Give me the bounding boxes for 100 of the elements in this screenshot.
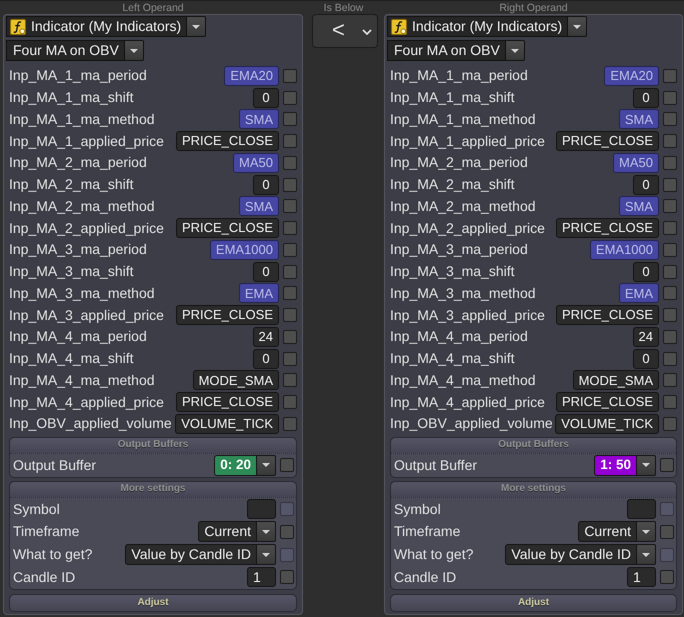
checkbox[interactable] [283, 134, 297, 148]
param-value-field[interactable]: 0 [633, 348, 659, 369]
checkbox[interactable] [283, 352, 297, 366]
input-field[interactable]: 1 [627, 567, 656, 588]
select-field[interactable]: Value by Candle ID [125, 544, 256, 566]
param-value-field[interactable]: EMA20 [604, 66, 659, 86]
dropdown-button[interactable] [256, 521, 276, 542]
param-value-field[interactable]: 0 [253, 262, 279, 282]
checkbox[interactable] [283, 68, 297, 83]
checkbox[interactable] [660, 524, 674, 539]
param-value-field[interactable]: VOLUME_TICK [175, 414, 279, 434]
checkbox[interactable] [663, 178, 677, 192]
checkbox[interactable] [283, 308, 297, 322]
checkbox[interactable] [283, 199, 297, 214]
checkbox[interactable] [283, 286, 297, 300]
checkbox[interactable] [663, 112, 677, 126]
source-select[interactable]: Indicator (My Indicators) [387, 16, 568, 37]
param-value-field[interactable]: 24 [632, 326, 659, 347]
param-value-field[interactable]: PRICE_CLOSE [176, 305, 279, 326]
section-header[interactable]: Adjust [391, 594, 676, 611]
checkbox[interactable] [660, 570, 674, 584]
checkbox[interactable] [663, 134, 677, 148]
checkbox[interactable] [663, 156, 677, 170]
checkbox[interactable] [663, 286, 677, 300]
checkbox[interactable] [663, 373, 677, 388]
param-value-field[interactable]: PRICE_CLOSE [556, 305, 659, 326]
param-value-field[interactable]: SMA [238, 109, 279, 130]
dropdown-button[interactable] [506, 40, 525, 61]
param-value-field[interactable]: PRICE_CLOSE [556, 131, 659, 152]
checkbox[interactable] [663, 352, 677, 366]
param-value-field[interactable]: MA50 [613, 152, 659, 173]
param-value-field[interactable]: MA50 [233, 152, 279, 173]
checkbox[interactable] [283, 178, 297, 192]
param-value-field[interactable]: 0 [253, 88, 279, 108]
param-value-field[interactable]: SMA [618, 109, 659, 130]
param-value-field[interactable]: SMA [618, 196, 659, 216]
param-value-field[interactable]: VOLUME_TICK [555, 414, 659, 434]
checkbox[interactable] [283, 373, 297, 388]
param-value-field[interactable]: 0 [633, 262, 659, 282]
section-header[interactable]: Adjust [10, 594, 296, 611]
checkbox[interactable] [660, 458, 674, 472]
param-value-field[interactable]: PRICE_CLOSE [556, 218, 659, 238]
dropdown-button[interactable] [187, 16, 206, 37]
checkbox[interactable] [283, 395, 297, 410]
dropdown-button[interactable] [636, 454, 656, 476]
checkbox[interactable] [663, 264, 677, 279]
param-value-field[interactable]: EMA [238, 283, 279, 304]
checkbox[interactable] [283, 156, 297, 170]
param-value-field[interactable]: EMA1000 [590, 240, 659, 260]
dropdown-button[interactable] [256, 544, 276, 566]
source-select[interactable]: Indicator (My Indicators) [6, 16, 188, 37]
checkbox[interactable] [283, 330, 297, 344]
param-value-field[interactable]: 0 [633, 174, 659, 195]
param-value-field[interactable]: MODE_SMA [572, 370, 659, 390]
checkbox[interactable] [663, 90, 677, 105]
input-field[interactable] [627, 499, 656, 520]
param-value-field[interactable]: PRICE_CLOSE [556, 392, 659, 412]
checkbox[interactable] [663, 68, 677, 83]
param-value-field[interactable]: EMA [618, 283, 659, 304]
checkbox[interactable] [663, 308, 677, 322]
checkbox[interactable] [663, 395, 677, 410]
checkbox[interactable] [283, 416, 297, 431]
select-field[interactable]: 0: 20 [214, 454, 256, 476]
dropdown-button[interactable] [636, 544, 656, 566]
checkbox[interactable] [280, 524, 294, 539]
param-value-field[interactable]: PRICE_CLOSE [176, 131, 279, 152]
input-field[interactable] [247, 499, 276, 520]
checkbox[interactable] [283, 112, 297, 126]
indicator-select[interactable]: Four MA on OBV [387, 40, 506, 61]
dropdown-button[interactable] [636, 521, 656, 542]
checkbox[interactable] [663, 242, 677, 257]
input-field[interactable]: 1 [247, 567, 276, 588]
checkbox[interactable] [663, 221, 677, 236]
param-value-field[interactable]: MODE_SMA [192, 370, 279, 390]
checkbox[interactable] [283, 221, 297, 236]
checkbox[interactable] [663, 330, 677, 344]
dropdown-button[interactable] [256, 454, 276, 476]
checkbox[interactable] [283, 90, 297, 105]
select-field[interactable]: 1: 50 [594, 454, 636, 476]
param-value-field[interactable]: PRICE_CLOSE [176, 218, 279, 238]
dropdown-button[interactable] [124, 40, 144, 61]
checkbox[interactable] [280, 458, 294, 472]
checkbox[interactable] [280, 570, 294, 584]
select-field[interactable]: Current [578, 521, 636, 542]
indicator-select[interactable]: Four MA on OBV [6, 40, 125, 61]
select-field[interactable]: Value by Candle ID [505, 544, 636, 566]
dropdown-button[interactable] [568, 16, 588, 37]
param-value-field[interactable]: 0 [253, 348, 279, 369]
param-value-field[interactable]: PRICE_CLOSE [176, 392, 279, 412]
checkbox[interactable] [283, 264, 297, 279]
param-value-field[interactable]: 0 [253, 174, 279, 195]
param-value-field[interactable]: SMA [238, 196, 279, 216]
comparator-dropdown[interactable]: < [312, 14, 378, 48]
param-value-field[interactable]: 24 [252, 326, 279, 347]
checkbox[interactable] [283, 242, 297, 257]
param-value-field[interactable]: EMA20 [224, 66, 279, 86]
select-field[interactable]: Current [198, 521, 256, 542]
checkbox[interactable] [663, 416, 677, 431]
param-value-field[interactable]: EMA1000 [210, 240, 279, 260]
param-value-field[interactable]: 0 [633, 88, 659, 108]
